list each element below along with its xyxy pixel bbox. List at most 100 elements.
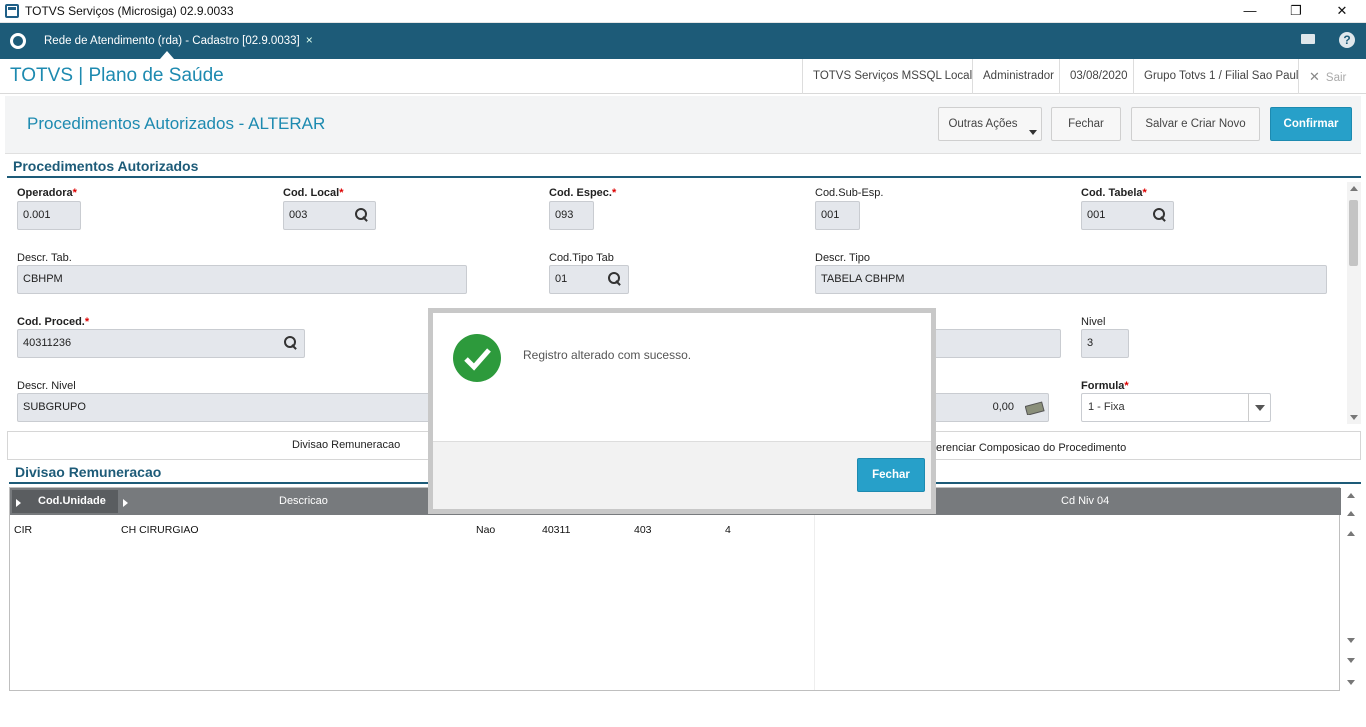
cod-proced-field[interactable]: 40311236 [17,329,305,358]
formula-value: 1 - Fixa [1088,401,1125,413]
search-icon[interactable] [355,208,369,222]
form-scrollbar[interactable] [1347,182,1361,424]
operadora-label: Operadora* [17,187,77,199]
close-window-button[interactable]: ✕ [1319,0,1365,23]
descr-tab-field[interactable]: CBHPM [17,265,467,294]
cod-sub-esp-field[interactable]: 001 [815,201,860,230]
search-icon[interactable] [1153,208,1167,222]
chevron-down-icon [1248,394,1270,421]
totvs-logo-icon [10,33,26,49]
col-cd-niv04[interactable]: Cd Niv 04 [1061,495,1109,507]
scroll-thumb[interactable] [1349,200,1358,266]
scroll-down-icon[interactable] [1347,638,1355,643]
exit-button[interactable]: ✕ Sair [1298,59,1366,94]
cell-cod-3: 4 [725,524,731,536]
sort-arrow-icon [123,499,128,507]
user-info: Administrador [972,59,1064,94]
tab-diferenciar-composicao[interactable]: ferenciar Composicao do Procedimento [933,442,1126,454]
scroll-page-down-icon[interactable] [1347,658,1355,663]
page-header: Procedimentos Autorizados - ALTERAR Outr… [5,96,1361,154]
nivel-field[interactable]: 3 [1081,329,1129,358]
date-info: 03/08/2020 [1059,59,1138,94]
cod-tipo-tab-label: Cod.Tipo Tab [549,252,614,264]
remuneracao-grid: Cod.Unidade Descricao Cd Niv 04 CIR CH C… [9,487,1341,691]
operadora-field[interactable]: 0.001 [17,201,81,230]
descr-nivel-field[interactable]: SUBGRUPO [17,393,447,422]
branch-info: Grupo Totvs 1 / Filial Sao Paul [1133,59,1308,94]
cod-local-label: Cod. Local* [283,187,344,199]
success-dialog: Registro alterado com sucesso. Fechar [428,308,936,514]
scroll-page-up-icon[interactable] [1347,511,1355,516]
close-button[interactable]: Fechar [1051,107,1121,141]
minimize-button[interactable]: — [1227,0,1273,23]
search-icon[interactable] [608,272,622,286]
descr-tipo-field[interactable]: TABELA CBHPM [815,265,1327,294]
form-section-title: Procedimentos Autorizados [13,158,199,174]
cod-proced-label: Cod. Proced.* [17,316,90,328]
formula-select[interactable]: 1 - Fixa [1081,393,1271,422]
descr-tab-label: Descr. Tab. [17,252,72,264]
cod-tabela-value: 001 [1087,209,1106,221]
cod-local-value: 003 [289,209,308,221]
cod-sub-esp-label: Cod.Sub-Esp. [815,187,884,199]
col-descricao[interactable]: Descricao [279,495,328,507]
tab-rede-atendimento[interactable]: Rede de Atendimento (rda) - Cadastro [02… [36,23,321,59]
window-title-bar: TOTVS Serviços (Microsiga) 02.9.0033 — ❐… [0,0,1366,23]
tab-close-icon[interactable]: × [306,33,313,47]
scroll-down-icon[interactable] [1350,415,1358,420]
cod-tipo-tab-field[interactable]: 01 [549,265,629,294]
grid-scrollbar[interactable] [1344,489,1358,689]
nivel-label: Nivel [1081,316,1106,328]
save-and-new-button[interactable]: Salvar e Criar Novo [1131,107,1260,141]
descr-nivel-label: Descr. Nivel [17,380,76,392]
cod-proced-value: 40311236 [23,337,72,349]
search-icon[interactable] [284,336,298,350]
cod-espec-field[interactable]: 093 [549,201,594,230]
mail-icon[interactable] [1301,34,1315,44]
cell-flag: Nao [476,524,496,536]
app-header: TOTVS | Plano de Saúde TOTVS Serviços MS… [0,59,1366,94]
scroll-top-icon[interactable] [1347,493,1355,498]
app-tab-bar: Rede de Atendimento (rda) - Cadastro [02… [0,23,1366,59]
section-divider [7,176,1361,178]
other-actions-label: Outras Ações [948,118,1018,130]
valor-value: 0,00 [992,401,1014,413]
hidden-field[interactable] [930,329,1061,358]
grid-section-title: Divisao Remuneracao [15,464,162,480]
cod-tipo-tab-value: 01 [555,273,568,285]
restore-button[interactable]: ❐ [1273,0,1319,23]
page-title: Procedimentos Autorizados - ALTERAR [27,114,326,133]
tab-label: Rede de Atendimento (rda) - Cadastro [02… [44,35,300,47]
formula-label: Formula* [1081,380,1129,392]
descr-tipo-label: Descr. Tipo [815,252,871,264]
app-icon [5,4,19,18]
close-icon: ✕ [1309,69,1320,84]
cod-local-field[interactable]: 003 [283,201,376,230]
cell-cod-2: 403 [634,524,652,536]
tab-divisao-remuneracao[interactable]: Divisao Remuneracao [292,439,400,451]
dialog-message: Registro alterado com sucesso. [523,348,692,362]
cod-espec-label: Cod. Espec.* [549,187,617,199]
cell-cod-unidade: CIR [14,524,33,536]
active-tab-caret [160,51,174,59]
cell-descricao: CH CIRURGIAO [121,524,199,536]
exit-label: Sair [1325,72,1347,84]
cod-tabela-label: Cod. Tabela* [1081,187,1147,199]
scroll-up-icon[interactable] [1350,186,1358,191]
money-icon[interactable] [1025,401,1045,415]
scroll-bottom-icon[interactable] [1347,680,1355,685]
brand-title: TOTVS | Plano de Saúde [10,65,224,86]
confirm-button[interactable]: Confirmar [1270,107,1352,141]
help-icon[interactable]: ? [1339,32,1355,48]
cell-cod-1: 40311 [542,524,571,536]
chevron-down-icon [1029,130,1037,135]
dialog-close-button[interactable]: Fechar [857,458,925,492]
window-title: TOTVS Serviços (Microsiga) 02.9.0033 [25,4,234,18]
other-actions-button[interactable]: Outras Ações [938,107,1042,141]
server-info: TOTVS Serviços MSSQL Local [802,59,982,94]
check-icon [453,334,501,382]
col-cod-unidade: Cod.Unidade [38,495,106,507]
scroll-up-icon[interactable] [1347,531,1355,536]
cod-tabela-field[interactable]: 001 [1081,201,1174,230]
dialog-footer: Fechar [433,441,931,509]
